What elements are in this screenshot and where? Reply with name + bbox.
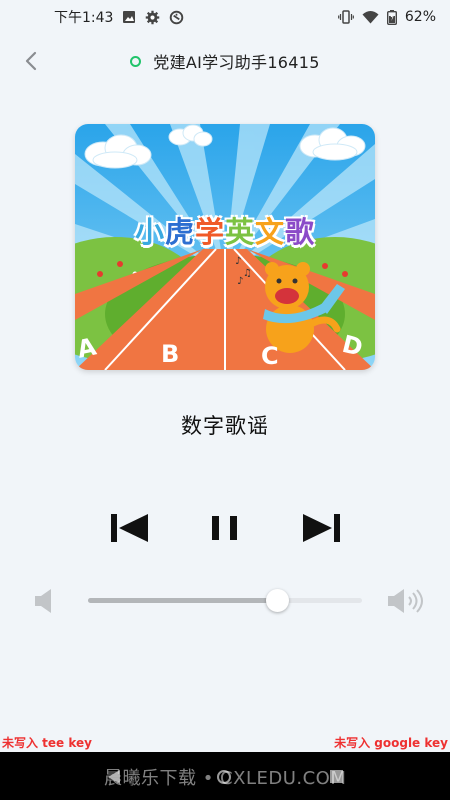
volume-high-icon [388,589,423,613]
next-button[interactable] [301,508,341,548]
sync-icon [170,10,184,24]
volume-low-icon [35,589,51,613]
title-wrap: 党建AI学习助手16415 [130,49,319,73]
skip-previous-icon [111,514,148,542]
album-cover: ♪ ♫ ♪ 小虎学英文歌 A B C D [75,124,375,370]
pause-icon [212,516,237,540]
status-right: 62% [337,9,436,25]
previous-button[interactable] [110,508,150,548]
image-icon [123,11,136,23]
battery-icon [386,9,397,25]
status-time: 下午1:43 [54,10,114,26]
status-left: 下午1:43 [54,7,184,27]
title-bar: 党建AI学习助手16415 [0,44,450,78]
volume-slider-thumb[interactable] [265,589,289,612]
page-title: 党建AI学习助手16415 [153,53,320,72]
google-key-warning: 未写入 google key [334,736,448,750]
cover-letter: A [75,332,99,363]
back-button[interactable] [18,48,44,74]
volume-control [0,585,450,615]
volume-mute-button[interactable] [33,588,73,614]
vibrate-icon [337,10,354,24]
volume-slider-fill [88,598,278,603]
cover-letters: A B C D [75,330,366,370]
song-title: 数字歌谣 [181,414,269,438]
system-nav-bar: 晨曦乐下载 • CXLEDU.COM [0,752,450,800]
connection-status-dot [130,55,142,67]
volume-slider[interactable] [88,589,362,612]
wifi-icon [362,11,379,24]
volume-max-button[interactable] [386,588,426,614]
chevron-left-icon [25,51,37,71]
gear-icon [146,10,160,24]
playback-controls [0,508,450,548]
cover-letter: B [161,340,179,368]
skip-next-icon [303,514,340,542]
cover-letter: C [261,342,279,370]
tee-key-warning: 未写入 tee key [2,736,92,750]
watermark-text: 晨曦乐下载 • CXLEDU.COM [104,768,347,789]
battery-percent: 62% [404,9,436,25]
pause-button[interactable] [205,508,245,548]
status-bar: 下午1:43 62% [0,0,450,34]
cover-letter: D [339,330,365,362]
